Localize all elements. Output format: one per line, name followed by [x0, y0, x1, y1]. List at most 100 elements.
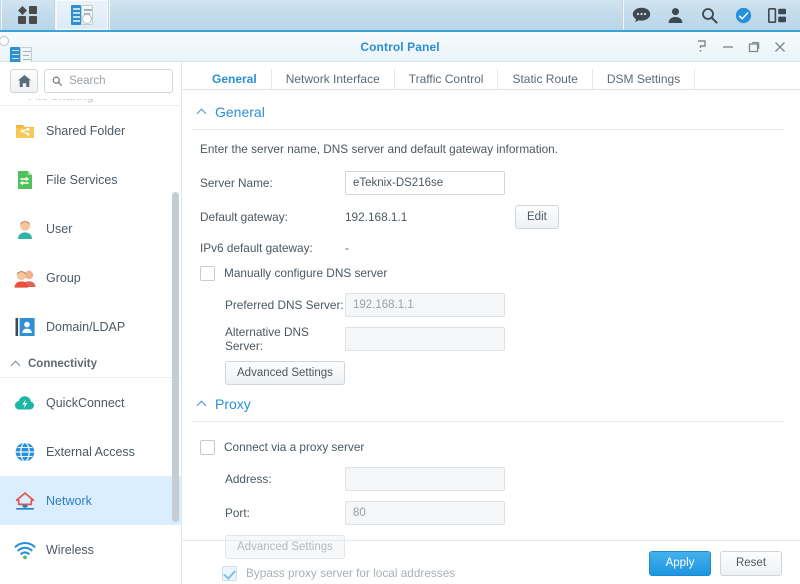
tab-bar: General Network Interface Traffic Contro…	[182, 62, 800, 90]
search-icon	[52, 76, 62, 86]
apps-grid-icon	[18, 6, 38, 24]
desktop-taskbar	[0, 0, 800, 32]
user-icon[interactable]	[658, 0, 692, 30]
sidebar-search-row	[0, 62, 181, 99]
sidebar-group-connectivity[interactable]: Connectivity	[0, 351, 182, 378]
proxy-connect-row: Connect via a proxy server	[192, 438, 784, 456]
search-box[interactable]	[44, 69, 173, 93]
sidebar-item-label: User	[46, 221, 73, 236]
help-button[interactable]	[690, 35, 714, 59]
sidebar-item-label: External Access	[46, 444, 135, 459]
network-icon	[14, 490, 36, 512]
close-button[interactable]	[768, 35, 792, 59]
preferred-dns-row: Preferred DNS Server: 192.168.1.1	[192, 292, 784, 318]
shared-folder-icon	[14, 120, 36, 142]
server-name-input[interactable]: eTeknix-DS216se	[345, 171, 505, 195]
default-gateway-value: 192.168.1.1	[345, 210, 408, 224]
manual-dns-label: Manually configure DNS server	[224, 266, 388, 280]
sidebar-group-label: File Sharing	[28, 99, 94, 103]
apply-button[interactable]: Apply	[649, 550, 711, 576]
sidebar-item-network[interactable]: Network	[0, 476, 182, 525]
proxy-port-input[interactable]: 80	[345, 501, 505, 525]
sidebar-item-file-services[interactable]: File Services	[0, 155, 182, 204]
sidebar-group-file-sharing[interactable]: File Sharing	[0, 99, 182, 106]
alternative-dns-row: Alternative DNS Server:	[192, 325, 784, 353]
ipv6-gateway-label: IPv6 default gateway:	[200, 241, 313, 255]
dsm-desktop: Control Panel Search Shared Folder File …	[0, 0, 800, 584]
tab-network-interface[interactable]: Network Interface	[272, 69, 395, 89]
sidebar-item-user[interactable]: User	[0, 204, 182, 253]
file-services-icon	[14, 169, 36, 191]
sidebar-nav[interactable]: File Sharing Shared	[0, 99, 182, 584]
minimize-button[interactable]	[716, 35, 740, 59]
reset-button[interactable]: Reset	[720, 550, 782, 576]
chevron-up-icon	[12, 99, 21, 102]
section-title: General	[215, 104, 265, 120]
preferred-dns-input[interactable]: 192.168.1.1	[345, 293, 505, 317]
server-name-row: Server Name: eTeknix-DS216se	[192, 170, 784, 196]
proxy-connect-checkbox[interactable]	[200, 439, 215, 455]
scrollbar-thumb[interactable]	[172, 192, 179, 522]
default-gateway-label: Default gateway:	[200, 210, 288, 224]
tab-general[interactable]: General	[198, 69, 272, 89]
widget-icon[interactable]	[760, 0, 794, 30]
control-panel-icon	[71, 5, 93, 25]
tab-dsm-settings[interactable]: DSM Settings	[593, 69, 696, 89]
proxy-address-input[interactable]	[345, 467, 505, 491]
preferred-dns-label: Preferred DNS Server:	[225, 298, 344, 312]
chat-icon[interactable]	[624, 0, 658, 30]
sidebar-item-label: Domain/LDAP	[46, 319, 126, 334]
chevron-up-icon	[198, 108, 207, 117]
chevron-up-icon	[12, 360, 21, 369]
sidebar-item-quickconnect[interactable]: QuickConnect	[0, 378, 182, 427]
dns-advanced-row: Advanced Settings	[192, 360, 784, 386]
notification-icon[interactable]	[726, 0, 760, 30]
window-titlebar[interactable]: Control Panel	[0, 32, 800, 67]
server-name-label: Server Name:	[200, 176, 273, 190]
window-body: File Sharing Shared	[0, 62, 800, 584]
sidebar-item-label: File Services	[46, 172, 118, 187]
general-section-header[interactable]: General	[192, 104, 784, 120]
sidebar-item-wireless[interactable]: Wireless	[0, 525, 182, 574]
taskbar-item-control-panel[interactable]	[56, 0, 108, 30]
alternative-dns-input[interactable]	[345, 327, 505, 351]
sidebar-scrollbar[interactable]	[172, 192, 179, 570]
proxy-port-label: Port:	[225, 506, 250, 520]
user-icon	[14, 218, 36, 240]
sidebar-item-shared-folder[interactable]: Shared Folder	[0, 106, 182, 155]
domain-ldap-icon	[14, 316, 36, 338]
ipv6-gateway-value: -	[345, 241, 349, 255]
maximize-button[interactable]	[742, 35, 766, 59]
content-area: General Network Interface Traffic Contro…	[182, 62, 800, 584]
manual-dns-checkbox[interactable]	[200, 265, 215, 281]
window-controls	[690, 35, 800, 59]
manual-dns-row: Manually configure DNS server	[192, 264, 784, 282]
dns-advanced-settings-button[interactable]: Advanced Settings	[225, 361, 345, 385]
sidebar-item-label: Group	[46, 270, 81, 285]
main-menu-button[interactable]	[2, 0, 54, 30]
sidebar-item-external-access[interactable]: External Access	[0, 427, 182, 476]
taskbar-left-group	[0, 0, 110, 31]
external-access-icon	[14, 441, 36, 463]
proxy-address-row: Address:	[192, 466, 784, 492]
ipv6-gateway-row: IPv6 default gateway: -	[192, 238, 784, 258]
proxy-connect-label: Connect via a proxy server	[224, 440, 365, 454]
quickconnect-icon	[14, 392, 36, 414]
sidebar-item-security[interactable]: Security	[0, 574, 182, 584]
window-title: Control Panel	[360, 39, 440, 54]
search-input[interactable]	[67, 74, 172, 88]
edit-gateway-button[interactable]: Edit	[515, 205, 559, 229]
sidebar-item-label: QuickConnect	[46, 395, 125, 410]
general-pane: General Enter the server name, DNS serve…	[182, 90, 800, 584]
home-button[interactable]	[10, 69, 38, 93]
search-icon[interactable]	[692, 0, 726, 30]
home-icon	[17, 75, 31, 87]
tab-traffic-control[interactable]: Traffic Control	[395, 69, 499, 89]
sidebar-item-group[interactable]: Group	[0, 253, 182, 302]
proxy-address-label: Address:	[225, 472, 272, 486]
sidebar-item-label: Network	[46, 493, 92, 508]
tab-static-route[interactable]: Static Route	[498, 69, 593, 89]
sidebar-item-domain-ldap[interactable]: Domain/LDAP	[0, 302, 182, 351]
sidebar-group-label: Connectivity	[28, 358, 98, 370]
proxy-section-header[interactable]: Proxy	[192, 396, 784, 412]
